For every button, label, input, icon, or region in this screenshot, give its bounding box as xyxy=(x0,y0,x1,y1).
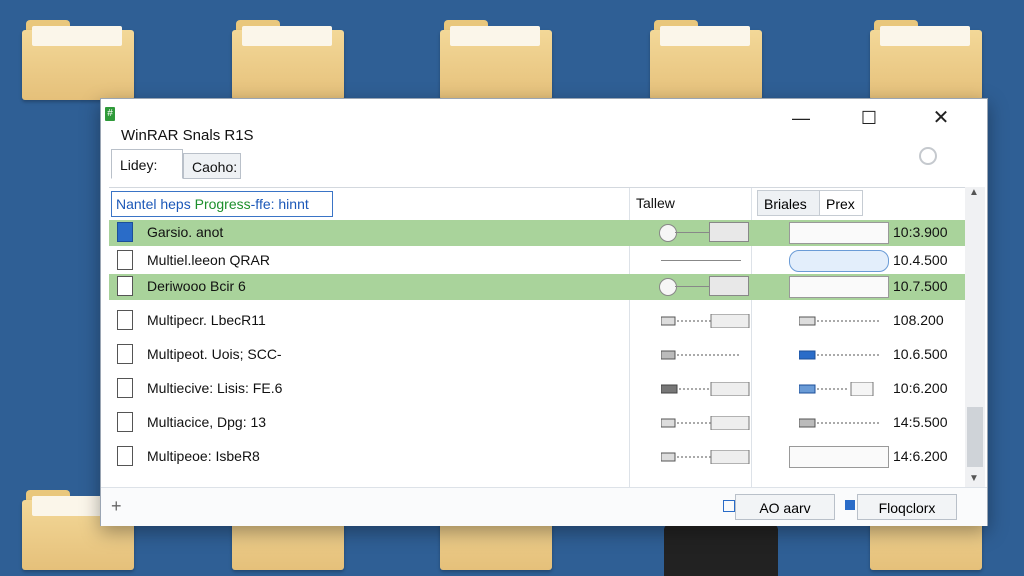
item-value: 10.6.500 xyxy=(893,346,948,362)
add-icon[interactable]: + xyxy=(111,496,122,517)
sketch-control-icon[interactable] xyxy=(799,314,889,328)
item-label: Multiacice, Dpg: 13 xyxy=(147,414,267,430)
archive-icon xyxy=(117,446,133,466)
window-title: WinRAR Snals R1S xyxy=(121,127,254,144)
desktop-folder-icon[interactable] xyxy=(22,20,134,100)
scroll-down-icon[interactable]: ▼ xyxy=(969,473,979,484)
list-item[interactable]: Multipeot. Uois; SCC- 10.6.500 xyxy=(109,342,965,368)
sketch-control-icon[interactable] xyxy=(661,348,751,362)
minimize-button[interactable]: — xyxy=(781,105,821,131)
slider-track xyxy=(661,260,741,261)
sketch-control-icon[interactable] xyxy=(661,416,751,430)
filter-prefix: Nantel heps xyxy=(116,196,195,212)
list-item[interactable]: Deriwooo Bcir 6 10.7.500 xyxy=(109,274,965,300)
taskbar-app[interactable] xyxy=(664,524,778,576)
sketch-control-icon[interactable] xyxy=(799,416,889,430)
item-label: Multiecive: Lisis: FE.6 xyxy=(147,380,283,396)
item-label: Multiel.leeon QRAR xyxy=(147,252,270,268)
slider-track xyxy=(675,232,713,233)
item-label: Multipeot. Uois; SCC- xyxy=(147,346,282,362)
winrar-window: # WinRAR Snals R1S — ☐ ✕ Lidey: Caoho: N… xyxy=(100,98,988,526)
spin-box[interactable] xyxy=(709,276,749,296)
briales-button[interactable]: Briales xyxy=(757,190,821,216)
document-icon xyxy=(117,378,133,398)
filter-progress: Progress xyxy=(194,196,251,212)
desktop-folder-icon[interactable] xyxy=(440,20,552,100)
item-value: 10:3.900 xyxy=(893,224,948,240)
floqclorx-button[interactable]: Floqclorx xyxy=(857,494,957,520)
desktop-folder-icon[interactable] xyxy=(650,20,762,100)
item-value: 10:6.200 xyxy=(893,380,948,396)
dropdown-field[interactable] xyxy=(789,276,889,298)
filter-input[interactable]: Nantel heps Progress-ffe: hinnt xyxy=(111,191,333,217)
grid-file-icon xyxy=(117,412,133,432)
desktop-folder-icon[interactable] xyxy=(232,20,344,100)
tab-lidey[interactable]: Lidey: xyxy=(111,149,183,179)
item-label: Multipeoe: IsbeR8 xyxy=(147,448,260,464)
refresh-icon[interactable] xyxy=(919,147,937,165)
list-item[interactable]: Multipecr. LbecR11 108.200 xyxy=(109,308,965,334)
prex-button[interactable]: Prex xyxy=(819,190,863,216)
item-value: 14:6.200 xyxy=(893,448,948,464)
document-icon xyxy=(117,310,133,330)
item-value: 14:5.500 xyxy=(893,414,948,430)
scroll-thumb[interactable] xyxy=(967,407,983,467)
item-label: Garsio. anot xyxy=(147,224,224,240)
tab-caoho[interactable]: Caoho: xyxy=(183,153,241,179)
list-item[interactable]: Garsio. anot 10:3.900 xyxy=(109,220,965,246)
item-value: 10.4.500 xyxy=(893,252,948,268)
dropdown-field[interactable] xyxy=(789,446,889,468)
item-label: Deriwooo Bcir 6 xyxy=(147,278,246,294)
desktop-folder-icon[interactable] xyxy=(870,20,982,100)
slider-track xyxy=(675,286,713,287)
add-button[interactable]: AO aarv xyxy=(735,494,835,520)
document-icon xyxy=(117,344,133,364)
toggle-knob[interactable] xyxy=(659,278,677,296)
list-item[interactable]: Multiacice, Dpg: 13 14:5.500 xyxy=(109,410,965,436)
filter-suffix: -ffe: hinnt xyxy=(250,196,309,212)
blue-file-icon xyxy=(117,222,133,242)
toggle-knob[interactable] xyxy=(659,224,677,242)
checkbox[interactable] xyxy=(723,500,735,512)
sketch-control-icon[interactable] xyxy=(661,450,751,464)
item-value: 10.7.500 xyxy=(893,278,948,294)
item-label: Multipecr. LbecR11 xyxy=(147,312,266,328)
sketch-control-icon[interactable] xyxy=(661,314,751,328)
close-button[interactable]: ✕ xyxy=(921,105,961,131)
document-icon xyxy=(117,276,133,296)
file-list: Nantel heps Progress-ffe: hinnt Tallew B… xyxy=(109,187,965,488)
checkbox-checked[interactable] xyxy=(845,500,855,510)
sketch-control-icon[interactable] xyxy=(799,382,889,396)
list-item[interactable]: Multiel.leeon QRAR 10.4.500 xyxy=(109,248,965,274)
list-item[interactable]: Multiecive: Lisis: FE.6 10:6.200 xyxy=(109,376,965,402)
bottom-bar: + AO aarv Floqclorx xyxy=(101,487,987,526)
spin-box[interactable] xyxy=(709,222,749,242)
sketch-control-icon[interactable] xyxy=(661,382,751,396)
item-value: 108.200 xyxy=(893,312,944,328)
dropdown-field[interactable] xyxy=(789,222,889,244)
column-header-name[interactable]: Nantel heps Progress-ffe: hinnt xyxy=(109,188,629,218)
sketch-control-icon[interactable] xyxy=(799,348,889,362)
column-header-tallew[interactable]: Tallew xyxy=(636,188,675,218)
list-item[interactable]: Multipeoe: IsbeR8 14:6.200 xyxy=(109,444,965,470)
vertical-scrollbar[interactable]: ▲ ▼ xyxy=(965,187,985,487)
maximize-button[interactable]: ☐ xyxy=(849,105,889,131)
toggle-field[interactable] xyxy=(789,250,889,272)
document-icon xyxy=(117,250,133,270)
app-logo-icon: # xyxy=(105,107,115,121)
scroll-up-icon[interactable]: ▲ xyxy=(969,187,979,198)
